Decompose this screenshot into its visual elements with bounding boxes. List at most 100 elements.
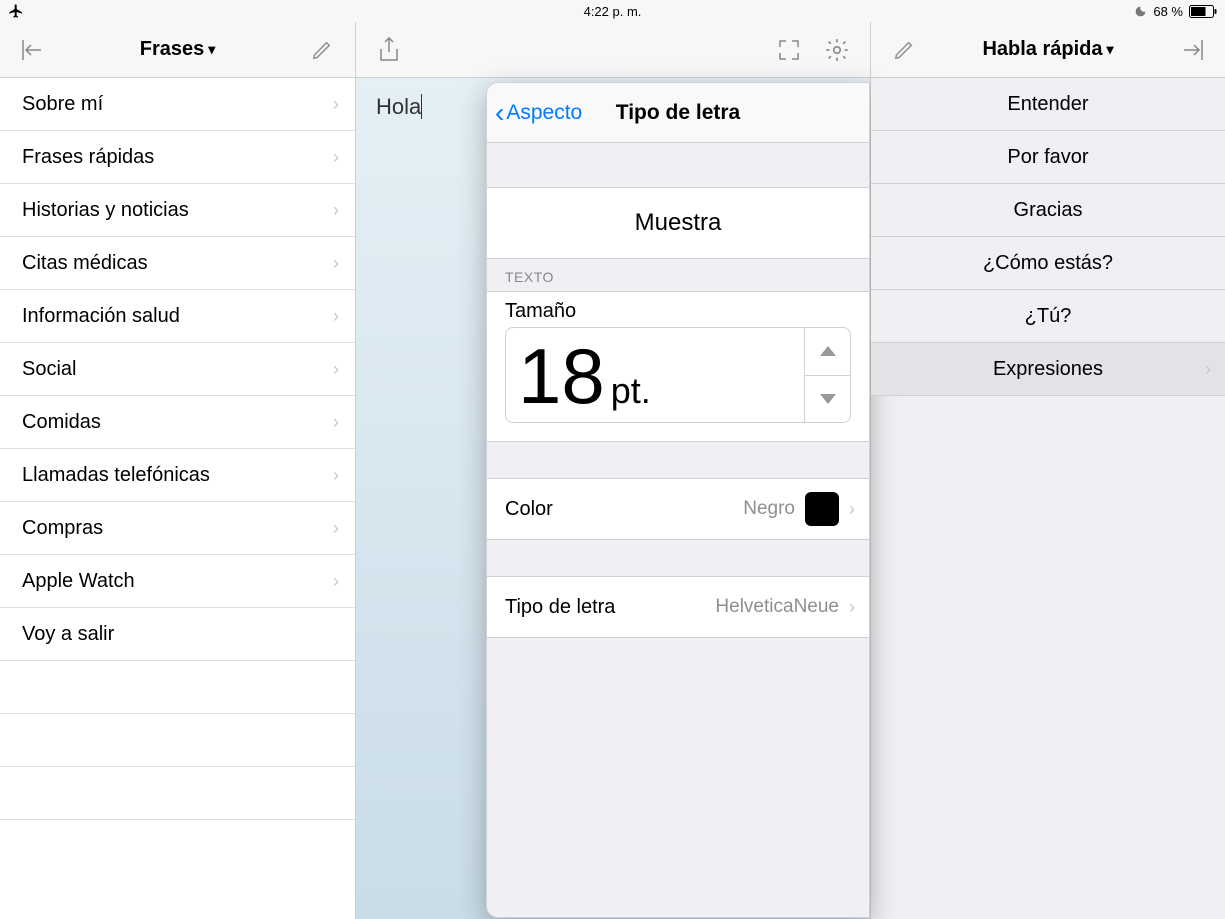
triangle-down-icon [820, 394, 836, 404]
list-item-label: Llamadas telefónicas [22, 464, 210, 487]
list-item-label: Compras [22, 517, 103, 540]
list-item[interactable]: Sobre mí› [0, 78, 355, 131]
chevron-right-icon: › [849, 499, 855, 520]
section-header-text: TEXTO [487, 259, 869, 291]
chevron-right-icon: › [333, 465, 339, 486]
caret-down-icon: ▾ [1107, 41, 1114, 58]
sample-label: Muestra [635, 209, 722, 237]
stepper-down-button[interactable] [805, 375, 851, 424]
list-item-label: Comidas [22, 411, 101, 434]
editor-text: Hola [376, 94, 421, 119]
list-item-empty: . [0, 714, 355, 767]
list-item-label: Social [22, 358, 76, 381]
color-value: Negro [743, 498, 795, 520]
list-item[interactable]: Compras › [0, 502, 355, 555]
right-item[interactable]: Por favor [871, 131, 1225, 184]
size-block: Tamaño 18 pt. [487, 291, 869, 442]
triangle-up-icon [820, 346, 836, 356]
right-item-label: ¿Cómo estás? [983, 252, 1113, 275]
right-pane: Habla rápida ▾ Entender Por favor Gracia… [870, 22, 1225, 919]
left-toolbar: Frases ▾ [0, 22, 355, 78]
color-label: Color [505, 498, 553, 521]
chevron-right-icon: › [1205, 359, 1211, 380]
right-list: Entender Por favor Gracias ¿Cómo estás? … [871, 78, 1225, 919]
right-item-label: Expresiones [993, 358, 1103, 381]
edit-icon[interactable] [307, 35, 337, 65]
chevron-right-icon: › [333, 518, 339, 539]
list-item-empty: . [0, 661, 355, 714]
do-not-disturb-icon [1134, 5, 1147, 18]
right-item-label: ¿Tú? [1025, 305, 1072, 328]
right-item[interactable]: ¿Tú? [871, 290, 1225, 343]
center-toolbar [356, 22, 870, 78]
right-item-label: Entender [1007, 93, 1088, 116]
font-row[interactable]: Tipo de letra HelveticaNeue › [487, 577, 869, 637]
chevron-right-icon: › [849, 597, 855, 618]
back-button[interactable]: ‹ Aspecto [487, 99, 582, 127]
battery-icon [1189, 5, 1217, 18]
left-pane: Frases ▾ Sobre mí› Frases rápidas › Histo… [0, 22, 356, 919]
font-label: Tipo de letra [505, 596, 615, 619]
collapse-right-icon[interactable] [1177, 35, 1207, 65]
right-item-label: Por favor [1007, 146, 1088, 169]
size-label: Tamaño [505, 300, 851, 323]
chevron-right-icon: › [333, 253, 339, 274]
right-item[interactable]: Gracias [871, 184, 1225, 237]
right-item[interactable]: ¿Cómo estás? [871, 237, 1225, 290]
list-item-empty: . [0, 767, 355, 820]
gear-icon[interactable] [822, 35, 852, 65]
color-row[interactable]: Color Negro › [487, 479, 869, 539]
list-item[interactable]: Apple Watch › [0, 555, 355, 608]
chevron-right-icon: › [333, 306, 339, 327]
fullscreen-icon[interactable] [774, 35, 804, 65]
chevron-right-icon: › [333, 200, 339, 221]
list-item[interactable]: Llamadas telefónicas › [0, 449, 355, 502]
font-popover: ‹ Aspecto Tipo de letra Muestra TEXTO Ta… [486, 82, 870, 918]
status-time: 4:22 p. m. [584, 4, 642, 19]
right-toolbar: Habla rápida ▾ [871, 22, 1225, 78]
list-item-label: Historias y noticias [22, 199, 189, 222]
list-item-label: Voy a salir [22, 623, 114, 646]
popover-title: Tipo de letra [616, 101, 740, 125]
list-item-label: Frases rápidas [22, 146, 154, 169]
list-item[interactable]: Social › [0, 343, 355, 396]
popover-header: ‹ Aspecto Tipo de letra [487, 83, 869, 143]
left-list: Sobre mí› Frases rápidas › Historias y no… [0, 78, 355, 919]
share-icon[interactable] [374, 35, 404, 65]
left-title[interactable]: Frases ▾ [140, 38, 216, 61]
chevron-right-icon: › [333, 94, 339, 115]
chevron-right-icon: › [333, 147, 339, 168]
list-item-label: Información salud [22, 305, 180, 328]
left-title-label: Frases [140, 38, 205, 61]
right-title[interactable]: Habla rápida ▾ [982, 38, 1113, 61]
sample-row: Muestra [487, 188, 869, 258]
back-label: Aspecto [506, 101, 582, 125]
list-item[interactable]: Citas médicas › [0, 237, 355, 290]
size-stepper [805, 327, 851, 423]
chevron-right-icon: › [333, 412, 339, 433]
list-item-label: Apple Watch [22, 570, 135, 593]
size-input[interactable]: 18 pt. [505, 327, 805, 423]
list-item[interactable]: Voy a salir [0, 608, 355, 661]
list-item[interactable]: Historias y noticias › [0, 184, 355, 237]
right-item[interactable]: Expresiones › [871, 343, 1225, 396]
chevron-left-icon: ‹ [495, 99, 504, 127]
stepper-up-button[interactable] [805, 327, 851, 375]
edit-icon[interactable] [889, 35, 919, 65]
size-unit: pt. [611, 370, 651, 412]
chevron-right-icon: › [333, 359, 339, 380]
center-pane: Hola ‹ Aspecto Tipo de letra Muestra TEX… [356, 22, 870, 919]
list-item[interactable]: Información salud › [0, 290, 355, 343]
battery-percent: 68 % [1153, 4, 1183, 19]
chevron-right-icon: › [333, 571, 339, 592]
airplane-mode-icon [8, 3, 24, 19]
list-item[interactable]: Frases rápidas › [0, 131, 355, 184]
list-item-label: Citas médicas [22, 252, 148, 275]
right-title-label: Habla rápida [982, 38, 1102, 61]
right-item-label: Gracias [1014, 199, 1083, 222]
collapse-left-icon[interactable] [18, 35, 48, 65]
right-item[interactable]: Entender [871, 78, 1225, 131]
size-value: 18 [518, 328, 605, 424]
list-item[interactable]: Comidas › [0, 396, 355, 449]
caret-down-icon: ▾ [208, 41, 215, 58]
